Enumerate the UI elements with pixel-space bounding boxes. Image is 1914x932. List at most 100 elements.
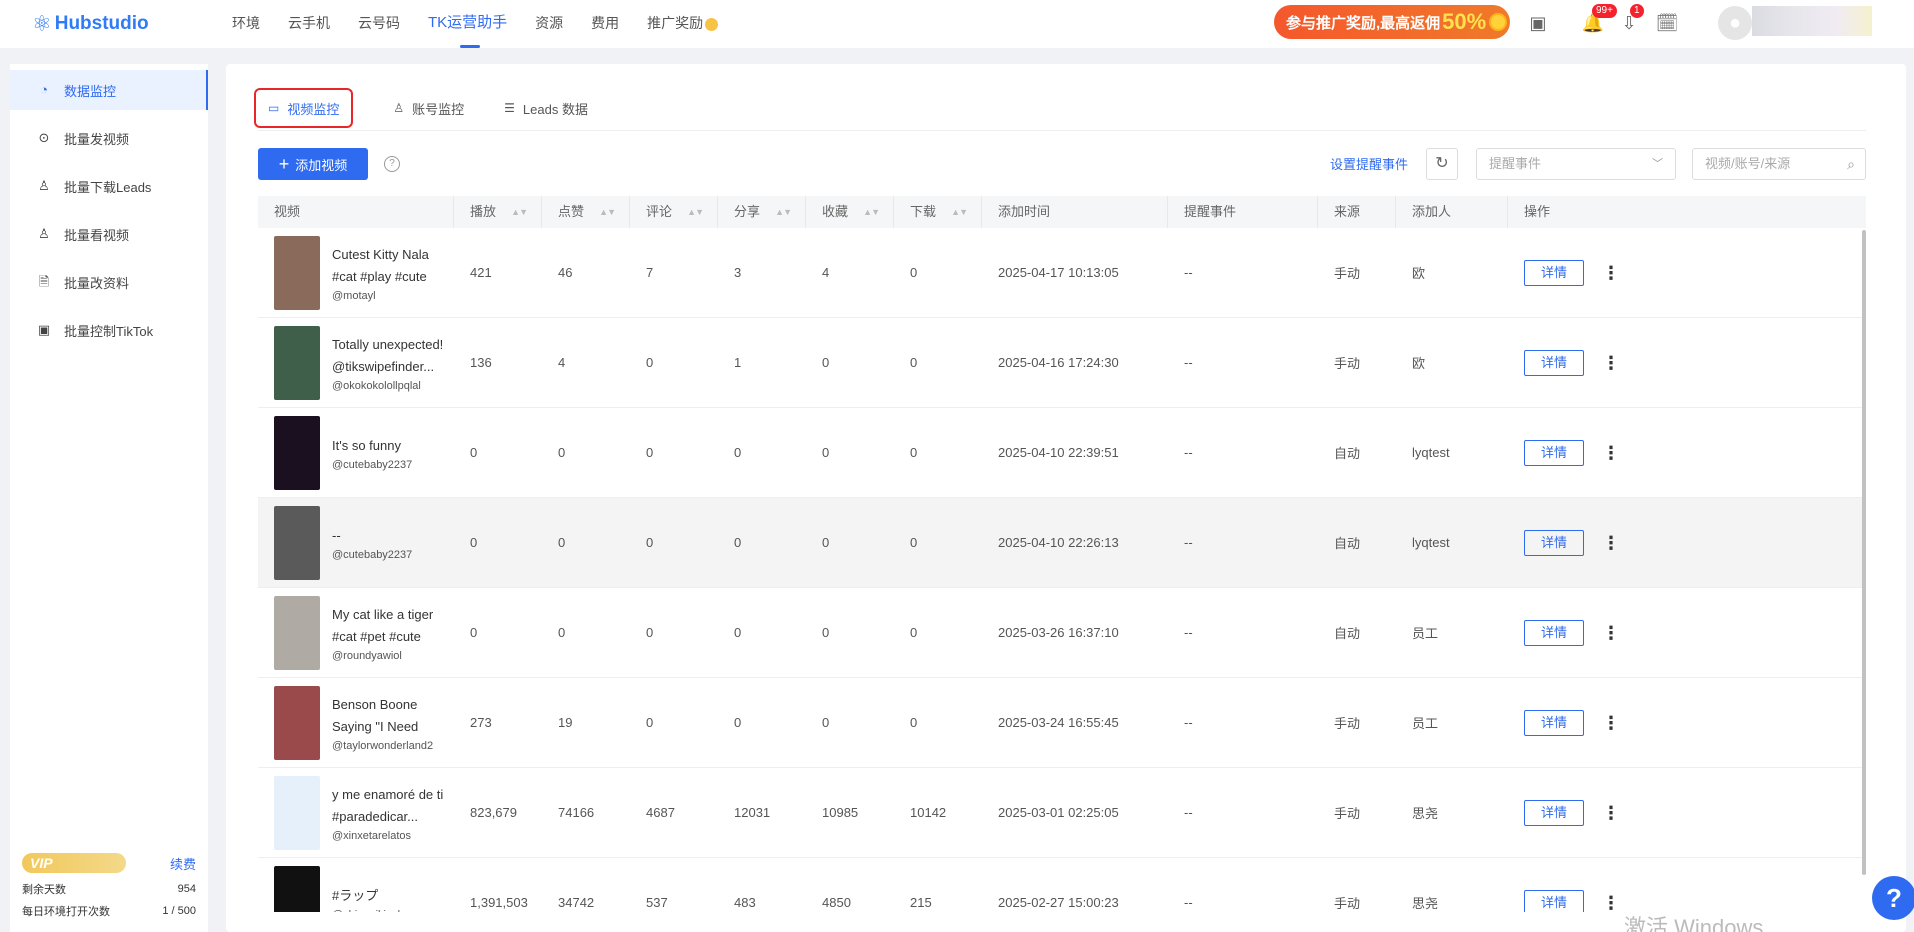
more-options-icon[interactable]: ⋮ — [1602, 894, 1620, 912]
nav-cloud-phone[interactable]: 云手机 — [288, 0, 330, 48]
more-options-icon[interactable]: ⋮ — [1602, 354, 1620, 372]
search-icon: ⌕ — [1847, 156, 1855, 172]
col-comment[interactable]: 评论 ▲▼ — [630, 196, 718, 228]
set-alert-link[interactable]: 设置提醒事件 — [1330, 154, 1408, 173]
cell-source: 自动 — [1334, 446, 1361, 461]
col-download[interactable]: 下载 ▲▼ — [894, 196, 982, 228]
video-thumbnail[interactable] — [274, 235, 320, 310]
table-row: Benson Boone Saying "I Need Taylor Swift… — [258, 678, 1866, 768]
video-handle: @roundyawiol — [332, 649, 402, 662]
cell-fav: 0 — [822, 535, 830, 550]
cell-share: 483 — [734, 895, 756, 910]
sidebar-item-batch-tiktok[interactable]: ▣ 批量控制TikTok — [10, 310, 208, 350]
detail-button[interactable]: 详情 — [1524, 799, 1584, 826]
brand-logo[interactable]: ⚛ Hubstudio — [32, 11, 232, 37]
col-like-label: 点赞 — [558, 204, 585, 219]
cell-fav: 4850 — [822, 895, 851, 910]
col-fav-label: 收藏 — [822, 204, 849, 219]
cell-action: 详情 ⋮ — [1508, 259, 1620, 286]
user-info-blurred[interactable] — [1752, 6, 1872, 36]
nav-cloud-number[interactable]: 云号码 — [358, 0, 400, 48]
sidebar-item-batch-post[interactable]: ⊙ 批量发视频 — [10, 118, 208, 158]
col-like[interactable]: 点赞 ▲▼ — [542, 196, 630, 228]
sidebar-item-data-monitor[interactable]: ◔ 数据监控 — [10, 70, 208, 110]
nav-referral-label: 推广奖励 — [647, 15, 704, 31]
cell-fav: 10985 — [822, 805, 859, 820]
sort-icon: ▲▼ — [511, 207, 528, 217]
cell-share: 1 — [734, 355, 742, 370]
cell-comment: 7 — [646, 265, 654, 280]
video-thumbnail[interactable] — [274, 325, 320, 400]
more-options-icon[interactable]: ⋮ — [1602, 624, 1620, 642]
download-icon[interactable]: ⇩ 1 — [1616, 4, 1644, 36]
video-thumbnail[interactable] — [274, 415, 320, 490]
avatar[interactable]: ● — [1718, 6, 1752, 40]
col-play[interactable]: 播放 ▲▼ — [454, 196, 542, 228]
cell-play: 273 — [470, 715, 492, 730]
more-options-icon[interactable]: ⋮ — [1602, 444, 1620, 462]
sidebar-item-batch-watch[interactable]: ♙ 批量看视频 — [10, 214, 208, 254]
more-options-icon[interactable]: ⋮ — [1602, 264, 1620, 282]
detail-button[interactable]: 详情 — [1524, 529, 1584, 556]
remain-days-value: 954 — [177, 883, 196, 895]
sidebar-item-batch-leads[interactable]: ♙ 批量下载Leads — [10, 166, 208, 206]
detail-button[interactable]: 详情 — [1524, 259, 1584, 286]
tab-account-monitor[interactable]: ♙ 账号监控 — [393, 88, 464, 128]
col-share-label: 分享 — [734, 204, 761, 219]
video-thumbnail[interactable] — [274, 865, 320, 912]
col-fav[interactable]: 收藏 ▲▼ — [806, 196, 894, 228]
more-options-icon[interactable]: ⋮ — [1602, 534, 1620, 552]
col-time: 添加时间 — [982, 196, 1168, 228]
detail-button[interactable]: 详情 — [1524, 619, 1584, 646]
nav-env[interactable]: 环境 — [232, 0, 260, 48]
alert-event-select[interactable]: 提醒事件 ﹀ — [1476, 148, 1676, 180]
video-thumbnail[interactable] — [274, 775, 320, 850]
nav-referral[interactable]: 推广奖励 — [647, 0, 719, 48]
cell-download: 0 — [910, 625, 918, 640]
cell-action: 详情 ⋮ — [1508, 349, 1620, 376]
help-icon[interactable]: ? — [384, 156, 400, 172]
cell-alert: -- — [1184, 895, 1193, 910]
help-float-button[interactable]: ? — [1872, 876, 1914, 920]
cell-time: 2025-04-10 22:26:13 — [998, 535, 1119, 550]
renew-link[interactable]: 续费 — [170, 854, 196, 873]
tab-label: Leads 数据 — [522, 101, 588, 117]
cell-like: 0 — [558, 535, 566, 550]
search-input[interactable]: 视频/账号/来源 ⌕ — [1692, 148, 1866, 180]
refresh-button[interactable]: ↻ — [1426, 148, 1458, 180]
bell-icon[interactable]: 🔔 99+ — [1580, 4, 1617, 36]
video-info: y me enamoré de ti #paradedicar... @xinxe… — [332, 784, 454, 842]
video-thumbnail[interactable] — [274, 505, 320, 580]
top-bar: ⚛ Hubstudio 环境 云手机 云号码 TK运营助手 资源 费用 推广奖励… — [0, 0, 1914, 48]
promo-banner[interactable]: 参与推广奖励,最高返佣 50% — [1274, 5, 1510, 39]
more-options-icon[interactable]: ⋮ — [1602, 804, 1620, 822]
tab-video-monitor[interactable]: ▭ 视频监控 — [254, 88, 354, 128]
more-options-icon[interactable]: ⋮ — [1602, 714, 1620, 732]
detail-button[interactable]: 详情 — [1524, 439, 1584, 466]
nav-resources[interactable]: 资源 — [535, 0, 563, 48]
sidebar-item-batch-profile[interactable]: 🗎 批量改资料 — [10, 262, 208, 302]
nav-fees[interactable]: 费用 — [591, 0, 619, 48]
tab-leads-data[interactable]: ☰ Leads 数据 — [504, 88, 588, 128]
calendar-clock-icon[interactable]: 🗓 — [1654, 10, 1680, 36]
sort-icon: ▲▼ — [863, 207, 880, 217]
table-scrollbar[interactable] — [1862, 230, 1866, 875]
sidebar-item-label: 批量控制TikTok — [64, 323, 154, 339]
detail-button[interactable]: 详情 — [1524, 349, 1584, 376]
cell-download: 0 — [910, 445, 918, 460]
video-cell: Cutest Kitty Nala #cat #play #cute #ador… — [258, 235, 454, 310]
monitor-icon[interactable]: ▣ — [1525, 10, 1551, 36]
cell-download: 215 — [910, 895, 932, 910]
user-view-icon: ♙ — [38, 226, 50, 241]
table-row: #ラップ @shigunikisabu 1,391,503 34742 537 483 48… — [258, 858, 1866, 912]
video-handle: @motayl — [332, 289, 376, 302]
col-share[interactable]: 分享 ▲▼ — [718, 196, 806, 228]
video-thumbnail[interactable] — [274, 685, 320, 760]
detail-button[interactable]: 详情 — [1524, 709, 1584, 736]
col-adder: 添加人 — [1396, 196, 1508, 228]
add-video-button[interactable]: + 添加视频 — [258, 148, 368, 180]
detail-button[interactable]: 详情 — [1524, 889, 1584, 912]
daily-open-value: 1 / 500 — [162, 905, 196, 917]
nav-tk-assistant[interactable]: TK运营助手 — [428, 0, 507, 48]
video-thumbnail[interactable] — [274, 595, 320, 670]
